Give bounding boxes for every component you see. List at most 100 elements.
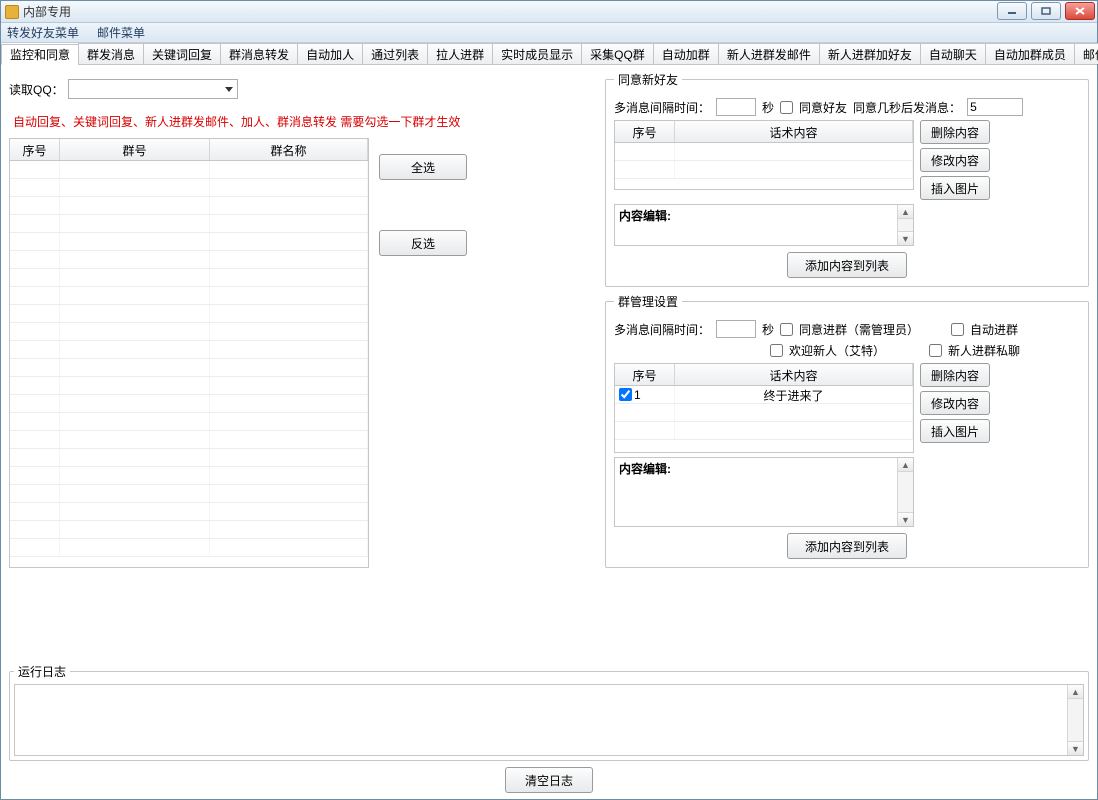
select-all-button[interactable]: 全选 [379, 154, 467, 180]
titlebar: 内部专用 [1, 1, 1097, 23]
p2-add-to-list-button[interactable]: 添加内容到列表 [787, 533, 907, 559]
tab-bulk-mail[interactable]: 邮件批量发送 [1074, 43, 1098, 64]
scroll-up-icon[interactable]: ▲ [898, 458, 913, 472]
p1-insert-image-button[interactable]: 插入图片 [920, 176, 990, 200]
tab-auto-join-group[interactable]: 自动加群 [653, 43, 718, 64]
content-area: 监控和同意 群发消息 关键词回复 群消息转发 自动加人 通过列表 拉人进群 实时… [1, 43, 1097, 799]
p2-content-editor[interactable]: 内容编辑: ▲ ▼ [614, 457, 914, 527]
p2-col-index: 序号 [615, 364, 675, 385]
group-manage-panel: 群管理设置 多消息间隔时间： 秒 同意进群（需管理员） 自动进群 欢迎新人（艾特… [605, 293, 1089, 568]
group-manage-legend: 群管理设置 [614, 293, 682, 310]
close-icon [1075, 7, 1085, 15]
p2-newcomer-pm-label: 新人进群私聊 [948, 342, 1020, 359]
scroll-up-icon[interactable]: ▲ [898, 205, 913, 219]
tab-newcomer-mail[interactable]: 新人进群发邮件 [718, 43, 819, 64]
maximize-button[interactable] [1031, 2, 1061, 20]
scroll-down-icon[interactable]: ▼ [898, 231, 913, 245]
p2-script-grid[interactable]: 序号 话术内容 1 终于进来了 [614, 363, 914, 453]
minimize-icon [1007, 7, 1017, 15]
tab-auto-add-group-members[interactable]: 自动加群成员 [985, 43, 1074, 64]
tab-strip: 监控和同意 群发消息 关键词回复 群消息转发 自动加人 通过列表 拉人进群 实时… [1, 43, 1097, 65]
readqq-combobox[interactable] [68, 79, 238, 99]
p2-welcome-checkbox[interactable] [770, 344, 783, 357]
tab-newcomer-add-friend[interactable]: 新人进群加好友 [819, 43, 920, 64]
menu-forward-friends[interactable]: 转发好友菜单 [7, 24, 79, 41]
log-scrollbar[interactable]: ▲ ▼ [1067, 685, 1083, 755]
p2-auto-group-label: 自动进群 [970, 321, 1018, 338]
scroll-down-icon[interactable]: ▼ [1068, 741, 1083, 755]
p2-row-text: 终于进来了 [675, 386, 913, 403]
p1-agree-checkbox[interactable] [780, 101, 793, 114]
scroll-up-icon[interactable]: ▲ [1068, 685, 1083, 699]
p2-editor-scrollbar[interactable]: ▲ ▼ [897, 458, 913, 526]
p1-delay-label: 同意几秒后发消息： [853, 99, 961, 116]
window-title: 内部专用 [23, 3, 71, 20]
menubar: 转发好友菜单 邮件菜单 [1, 23, 1097, 43]
p2-agree-group-checkbox[interactable] [780, 323, 793, 336]
p1-col-content: 话术内容 [675, 121, 913, 142]
p2-auto-group-checkbox[interactable] [951, 323, 964, 336]
main-window: 内部专用 转发好友菜单 邮件菜单 监控和同意 群发消息 关键词回复 群消息转发 … [0, 0, 1098, 800]
groups-grid[interactable]: 序号 群号 群名称 [9, 138, 369, 568]
p1-content-editor[interactable]: 内容编辑: ▲ ▼ [614, 204, 914, 246]
col-index: 序号 [10, 139, 60, 160]
close-button[interactable] [1065, 2, 1095, 20]
clear-log-button[interactable]: 清空日志 [505, 767, 593, 793]
p1-editor-label: 内容编辑: [615, 205, 913, 226]
p1-interval-label: 多消息间隔时间： [614, 99, 710, 116]
p1-interval-unit: 秒 [762, 99, 774, 116]
tab-body: 读取QQ： 自动回复、关键词回复、新人进群发邮件、加人、群消息转发 需要勾选一下… [1, 65, 1097, 657]
p1-col-index: 序号 [615, 121, 675, 142]
agree-new-friend-panel: 同意新好友 多消息间隔时间： 秒 同意好友 同意几秒后发消息： 序号 [605, 71, 1089, 287]
col-group-id: 群号 [60, 139, 210, 160]
p2-modify-button[interactable]: 修改内容 [920, 391, 990, 415]
tab-group-send[interactable]: 群发消息 [78, 43, 143, 64]
log-legend: 运行日志 [14, 663, 70, 680]
warning-text: 自动回复、关键词回复、新人进群发邮件、加人、群消息转发 需要勾选一下群才生效 [13, 113, 599, 130]
log-section: 运行日志 ▲ ▼ 清空日志 [9, 663, 1089, 793]
tab-auto-chat[interactable]: 自动聊天 [920, 43, 985, 64]
left-pane: 读取QQ： 自动回复、关键词回复、新人进群发邮件、加人、群消息转发 需要勾选一下… [9, 71, 599, 651]
p2-interval-unit: 秒 [762, 321, 774, 338]
groups-grid-body[interactable] [10, 161, 368, 567]
p1-add-to-list-button[interactable]: 添加内容到列表 [787, 252, 907, 278]
p2-newcomer-pm-checkbox[interactable] [929, 344, 942, 357]
tab-realtime-members[interactable]: 实时成员显示 [492, 43, 581, 64]
log-textarea[interactable]: ▲ ▼ [14, 684, 1084, 756]
p1-modify-button[interactable]: 修改内容 [920, 148, 990, 172]
p1-editor-scrollbar[interactable]: ▲ ▼ [897, 205, 913, 245]
tab-monitor-agree[interactable]: 监控和同意 [1, 44, 78, 65]
p2-delete-button[interactable]: 删除内容 [920, 363, 990, 387]
scroll-down-icon[interactable]: ▼ [898, 512, 913, 526]
p2-col-content: 话术内容 [675, 364, 913, 385]
maximize-icon [1041, 7, 1051, 15]
p1-agree-label: 同意好友 [799, 99, 847, 116]
p2-interval-input[interactable] [716, 320, 756, 338]
tab-pass-list[interactable]: 通过列表 [362, 43, 427, 64]
right-pane: 同意新好友 多消息间隔时间： 秒 同意好友 同意几秒后发消息： 序号 [605, 71, 1089, 651]
col-group-name: 群名称 [210, 139, 368, 160]
p1-delay-input[interactable] [967, 98, 1023, 116]
tab-collect-qq-groups[interactable]: 采集QQ群 [581, 43, 653, 64]
p2-insert-image-button[interactable]: 插入图片 [920, 419, 990, 443]
p2-agree-group-label: 同意进群（需管理员） [799, 321, 919, 338]
p2-editor-label: 内容编辑: [615, 458, 913, 479]
table-row[interactable]: 1 终于进来了 [615, 386, 913, 404]
p1-script-grid[interactable]: 序号 话术内容 [614, 120, 914, 190]
p2-row-index: 1 [634, 388, 641, 402]
tab-auto-add[interactable]: 自动加人 [297, 43, 362, 64]
p1-interval-input[interactable] [716, 98, 756, 116]
app-icon [5, 5, 19, 19]
invert-selection-button[interactable]: 反选 [379, 230, 467, 256]
tab-pull-into-group[interactable]: 拉人进群 [427, 43, 492, 64]
tab-keyword-reply[interactable]: 关键词回复 [143, 43, 220, 64]
p2-welcome-label: 欢迎新人（艾特） [789, 342, 885, 359]
p1-delete-button[interactable]: 删除内容 [920, 120, 990, 144]
menu-mail[interactable]: 邮件菜单 [97, 24, 145, 41]
p2-interval-label: 多消息间隔时间： [614, 321, 710, 338]
readqq-label: 读取QQ： [9, 81, 64, 98]
agree-new-friend-legend: 同意新好友 [614, 71, 682, 88]
tab-group-msg-forward[interactable]: 群消息转发 [220, 43, 297, 64]
p2-row-checkbox[interactable] [619, 388, 632, 401]
minimize-button[interactable] [997, 2, 1027, 20]
